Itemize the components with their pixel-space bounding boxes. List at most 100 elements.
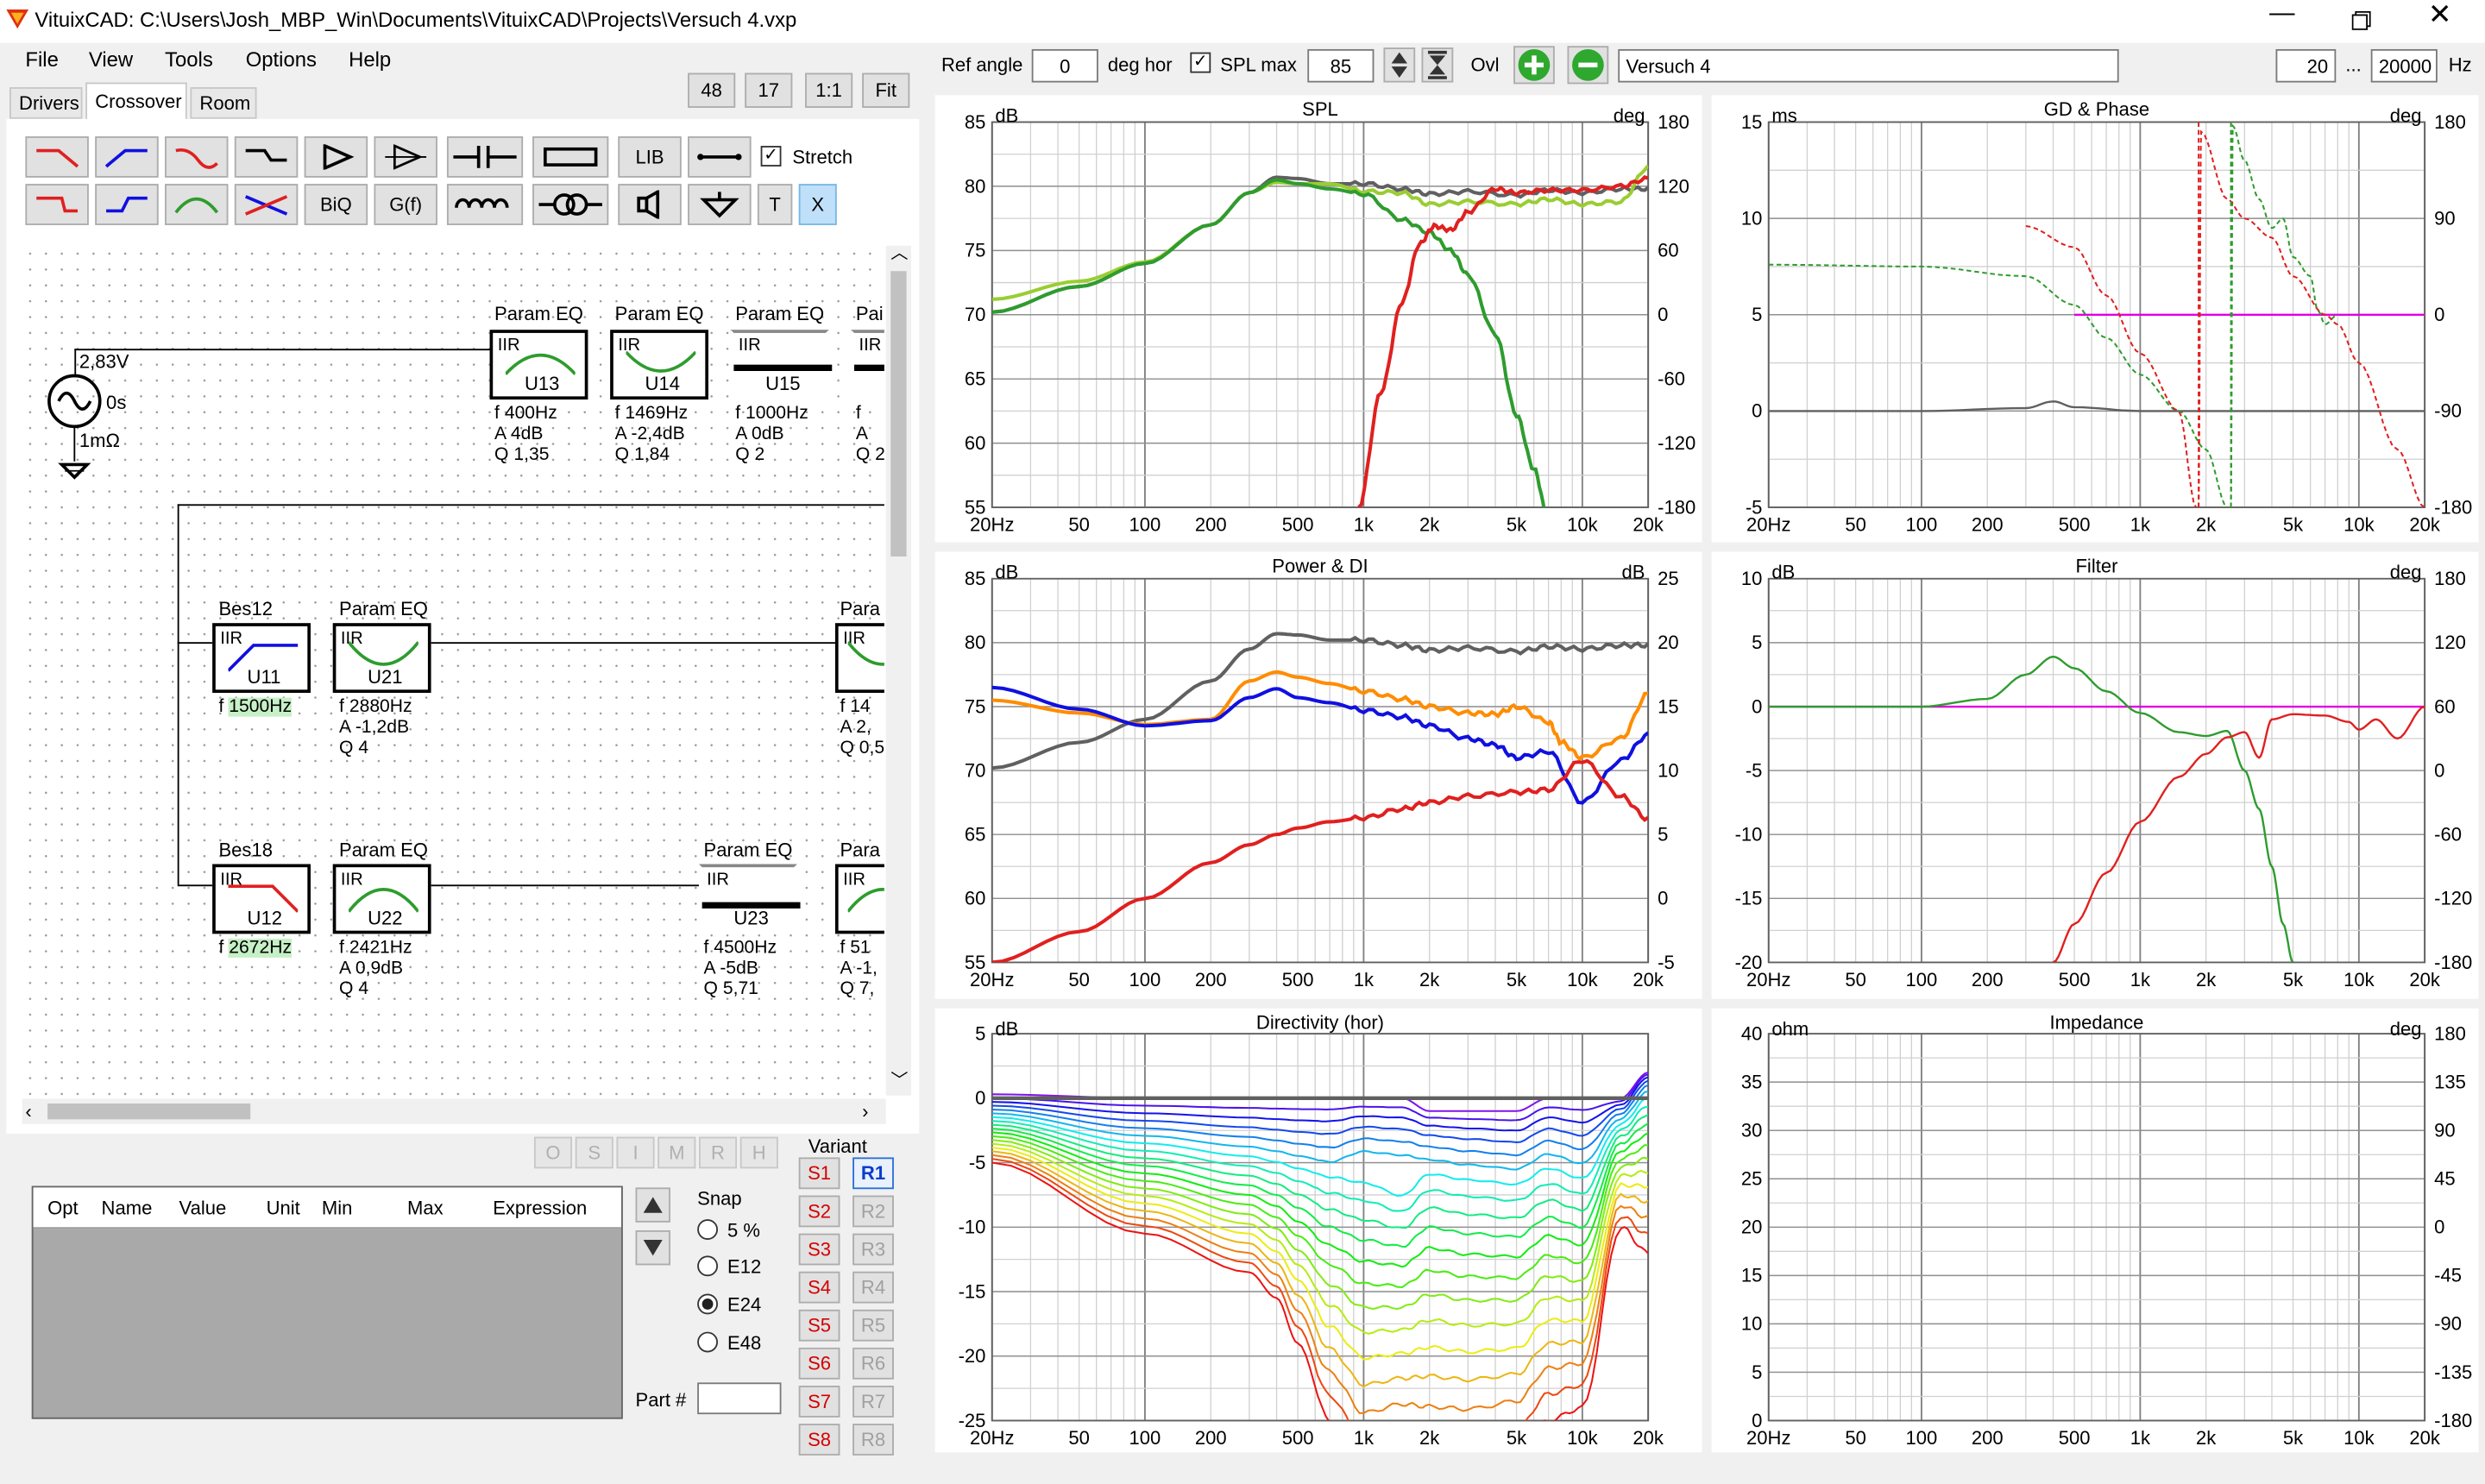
chart-1: GD & Phasems deg151050-5180900-90-18020Hz… (1711, 95, 2479, 543)
y2-tick-label: 15 (1658, 695, 1679, 717)
y2-tick-label: 180 (1658, 111, 1689, 133)
x-tick-label: 20k (1633, 969, 1664, 990)
chart-4: Directivity (hor)dB50-5-10-15-20-2520Hz 5… (934, 1008, 1702, 1453)
chart-title: SPL (1302, 98, 1338, 120)
y2-tick-label: 20 (1658, 632, 1679, 653)
y2-tick-label: 60 (1658, 240, 1679, 261)
y-tick-label: 0 (1752, 400, 1762, 422)
x-tick-label: 2k (2196, 514, 2217, 536)
x-tick-label: 10k (2343, 1427, 2375, 1449)
y-tick-label: 10 (1741, 568, 1763, 589)
x-tick-label: 10k (1567, 514, 1598, 536)
x-tick-label: 2k (1419, 969, 1440, 990)
y2-tick-label: 0 (1658, 888, 1668, 909)
y-tick-label: -20 (959, 1345, 986, 1367)
chart-title: Filter (2075, 555, 2117, 576)
x-tick-label: 1k (2130, 514, 2151, 536)
y2-tick-label: 0 (2434, 759, 2444, 781)
x-tick-label: 20Hz (970, 514, 1014, 536)
y2-tick-label: -90 (2434, 1313, 2462, 1335)
y-tick-label: 70 (965, 304, 986, 325)
y2-axis-label: deg (2390, 104, 2422, 126)
y-axis-label: dB (995, 562, 1018, 583)
y-tick-label: 40 (1741, 1022, 1763, 1044)
y-tick-label: 25 (1741, 1168, 1763, 1190)
x-tick-label: 5k (1507, 514, 1527, 536)
y2-tick-label: -120 (1658, 432, 1695, 454)
y-tick-label: -10 (959, 1217, 986, 1238)
x-tick-label: 5k (1507, 969, 1527, 990)
x-tick-label: 1k (2130, 1427, 2151, 1449)
y2-axis-label: dB (1622, 562, 1645, 583)
y2-axis-label: deg (1614, 104, 1645, 126)
y2-tick-label: 0 (2434, 304, 2444, 325)
y-tick-label: 80 (965, 632, 986, 653)
y-tick-label: -5 (1746, 759, 1763, 781)
x-tick-label: 50 (1845, 514, 1866, 536)
y2-tick-label: -90 (2434, 400, 2462, 422)
y-tick-label: 35 (1741, 1072, 1763, 1093)
y-tick-label: 75 (965, 695, 986, 717)
x-tick-label: 500 (2059, 969, 2091, 990)
x-tick-label: 20k (2409, 514, 2440, 536)
y2-tick-label: 25 (1658, 568, 1679, 589)
x-tick-label: 20k (2409, 1427, 2440, 1449)
chart-panel (1711, 95, 2479, 543)
y2-tick-label: 90 (2434, 1120, 2456, 1141)
chart-3: FilterdB deg1050-5-10-15-20180120600-60-1… (1711, 551, 2479, 999)
y-axis-label: dB (995, 1018, 1018, 1040)
x-tick-label: 5k (2283, 514, 2304, 536)
x-tick-label: 200 (1972, 514, 2004, 536)
x-tick-label: 500 (1282, 514, 1314, 536)
y-tick-label: 60 (965, 432, 986, 454)
y-axis-label: dB (995, 104, 1018, 126)
y2-tick-label: 180 (2434, 1022, 2466, 1044)
y-axis-label: ohm (1771, 1018, 1809, 1040)
x-tick-label: 200 (1195, 1427, 1227, 1449)
y-tick-label: 5 (1752, 1361, 1762, 1383)
x-tick-label: 200 (1195, 514, 1227, 536)
chart-0: SPLdB deg85807570656055180120600-60-120-1… (934, 95, 1702, 543)
chart-title: Impedance (2049, 1012, 2143, 1034)
app-window: VituixCAD: C:\Users\Josh_MBP_Win\Documen… (0, 0, 2485, 1484)
y-tick-label: -15 (959, 1280, 986, 1302)
y-tick-label: 10 (1741, 207, 1763, 229)
y-tick-label: -10 (1735, 824, 1763, 846)
y-tick-label: 0 (975, 1087, 985, 1109)
x-tick-label: 500 (1282, 969, 1314, 990)
y-tick-label: 20 (1741, 1217, 1763, 1238)
x-tick-label: 20Hz (970, 969, 1014, 990)
y2-tick-label: 120 (1658, 175, 1689, 197)
y2-tick-label: -120 (2434, 888, 2472, 909)
y2-tick-label: 5 (1658, 824, 1668, 846)
x-tick-label: 50 (1068, 969, 1090, 990)
y-tick-label: 5 (1752, 304, 1762, 325)
x-tick-label: 50 (1068, 514, 1090, 536)
x-tick-label: 2k (2196, 969, 2217, 990)
x-tick-label: 100 (1906, 969, 1938, 990)
y2-tick-label: 10 (1658, 759, 1679, 781)
y2-tick-label: 0 (2434, 1217, 2444, 1238)
y-tick-label: 15 (1741, 1265, 1763, 1286)
x-tick-label: 100 (1906, 1427, 1938, 1449)
x-tick-label: 50 (1068, 1427, 1090, 1449)
x-tick-label: 50 (1845, 1427, 1866, 1449)
x-tick-label: 20Hz (970, 1427, 1014, 1449)
x-tick-label: 1k (1354, 969, 1375, 990)
y2-tick-label: -60 (1658, 368, 1685, 390)
y-tick-label: 5 (1752, 632, 1762, 653)
x-tick-label: 10k (2343, 969, 2375, 990)
x-tick-label: 5k (2283, 969, 2304, 990)
x-tick-label: 200 (1195, 969, 1227, 990)
chart-title: Directivity (hor) (1256, 1012, 1384, 1034)
y-tick-label: 75 (965, 240, 986, 261)
chart-5: Impedanceohm deg4035302520151050180135904… (1711, 1008, 2479, 1453)
x-tick-label: 500 (2059, 1427, 2091, 1449)
x-tick-label: 2k (1419, 1427, 1440, 1449)
y-tick-label: 10 (1741, 1313, 1763, 1335)
y2-tick-label: 180 (2434, 111, 2466, 133)
y2-tick-label: 120 (2434, 632, 2466, 653)
x-tick-label: 1k (1354, 1427, 1375, 1449)
x-tick-label: 10k (2343, 514, 2375, 536)
y-tick-label: 65 (965, 824, 986, 846)
